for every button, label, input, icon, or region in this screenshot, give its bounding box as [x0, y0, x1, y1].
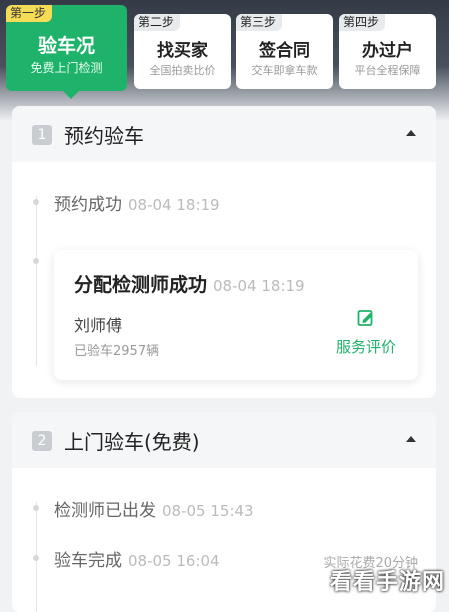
timeline-event: 验车完成 08-05 16:04	[54, 546, 220, 571]
step-tab-3[interactable]: 第三步 签合同 交车即拿车款	[236, 14, 333, 89]
event-title: 检测师已出发	[54, 501, 156, 521]
timeline-dot	[33, 505, 39, 511]
watermark-logo: 看看手游网	[329, 570, 445, 595]
section-header[interactable]: 1 预约验车	[12, 106, 436, 162]
step-tag: 第二步	[134, 14, 181, 31]
service-rating-label: 服务评价	[335, 338, 396, 356]
step-subtitle: 交车即拿车款	[251, 64, 318, 77]
step-title: 办过户	[362, 41, 413, 61]
timeline-dot	[33, 258, 39, 264]
event-time: 08-05 15:43	[162, 502, 254, 520]
inspected-count: 已验车2957辆	[74, 344, 160, 359]
inspector-card: 分配检测师成功 08-04 18:19 刘师傅 已验车2957辆 服务评价	[54, 250, 418, 380]
inspector-card-title: 分配检测师成功 08-04 18:19	[74, 270, 305, 297]
collapse-caret-icon[interactable]	[406, 130, 416, 136]
event-title: 分配检测师成功	[74, 274, 208, 296]
section-header[interactable]: 2 上门验车(免费)	[12, 412, 436, 468]
step-tab-4[interactable]: 第四步 办过户 平台全程保障	[339, 14, 436, 89]
step-tag: 第四步	[339, 14, 386, 31]
collapse-caret-icon[interactable]	[406, 436, 416, 442]
timeline-dot	[33, 555, 39, 561]
event-time: 08-04 18:19	[128, 196, 220, 214]
step-title: 找买家	[157, 41, 208, 61]
timeline-dot	[33, 199, 39, 205]
timeline-line	[36, 196, 37, 366]
step-subtitle: 平台全程保障	[354, 64, 421, 77]
step-title: 签合同	[259, 41, 310, 61]
section-number-badge: 1	[32, 125, 52, 145]
section-title: 上门验车(免费)	[64, 430, 200, 454]
step-subtitle: 全国拍卖比价	[149, 64, 216, 77]
timeline-event: 检测师已出发 08-05 15:43	[54, 496, 254, 521]
step-tag: 第一步	[6, 5, 53, 22]
timeline-event: 预约成功 08-04 18:19	[54, 190, 220, 215]
event-title: 预约成功	[54, 195, 122, 215]
event-time: 08-05 16:04	[128, 552, 220, 570]
section-title: 预约验车	[64, 124, 144, 148]
step-title: 验车况	[37, 35, 95, 57]
event-time: 08-04 18:19	[213, 277, 305, 295]
service-rating-button[interactable]: 服务评价	[332, 308, 400, 356]
edit-icon	[357, 310, 373, 326]
step-tab-1[interactable]: 第一步 验车况 免费上门检测	[6, 5, 127, 99]
section-number-badge: 2	[32, 431, 52, 451]
event-title: 验车完成	[54, 551, 122, 571]
step-tabs: 第一步 验车况 免费上门检测 第二步 找买家 全国拍卖比价 第三步 签合同 交车…	[0, 0, 449, 100]
step-tag: 第三步	[236, 14, 283, 31]
inspector-name: 刘师傅	[74, 316, 123, 335]
section-card-booking: 1 预约验车 预约成功 08-04 18:19 分配检测师成功 08-04 18:1…	[12, 106, 436, 398]
step-tab-2[interactable]: 第二步 找买家 全国拍卖比价	[134, 14, 231, 89]
step-subtitle: 免费上门检测	[30, 61, 103, 75]
